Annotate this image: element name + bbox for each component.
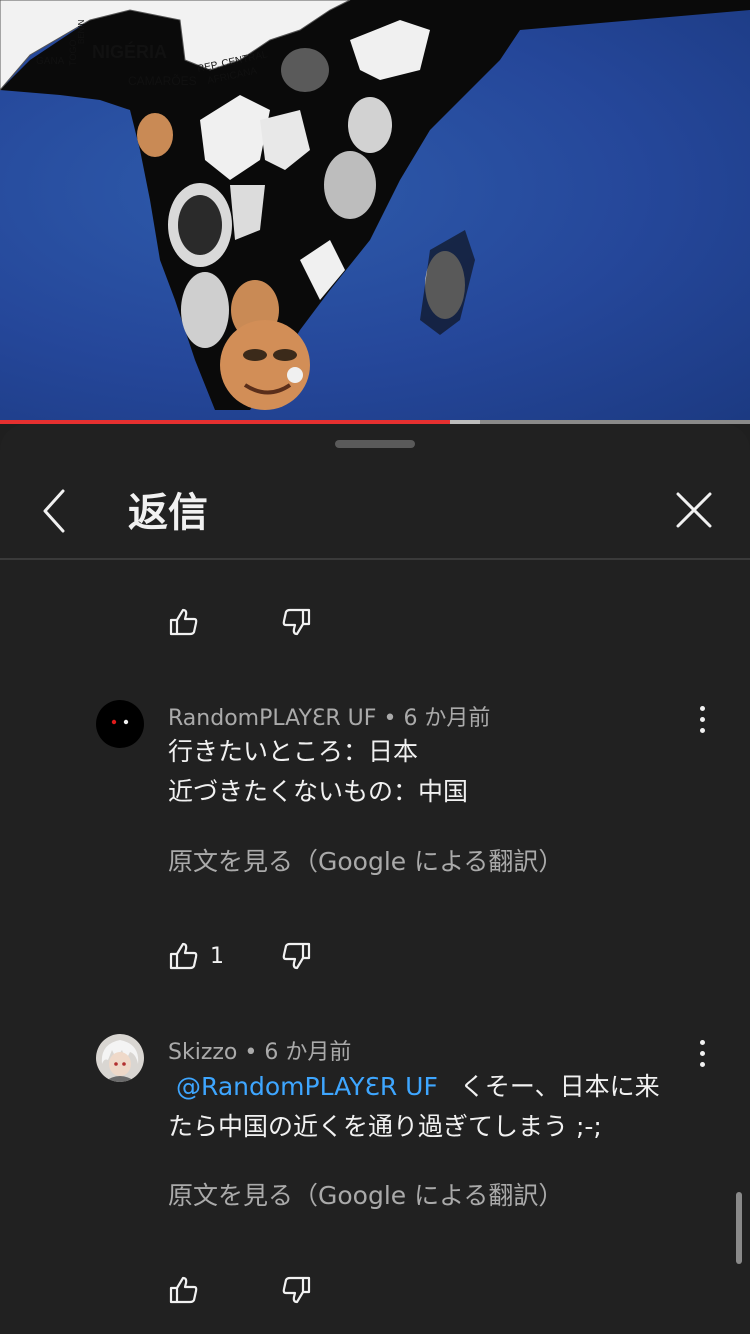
comment-time: 6 か月前 [264,1040,352,1065]
avatar[interactable] [96,700,144,748]
comment-time: 6 か月前 [403,706,491,731]
replies-panel: 返信 RandomPLAYƐR UF • 6 か月前 行きたいところ：日本 近づ… [0,424,750,1334]
scrollbar[interactable] [736,1192,742,1264]
comment-menu-button[interactable] [690,1038,714,1070]
like-button[interactable] [168,602,200,642]
comment-line: 近づきたくないもの：中国 [168,777,469,806]
avatar[interactable] [96,1034,144,1082]
panel-title: 返信 [128,490,208,536]
avatar-eyes-icon [111,719,129,725]
comment-line: @RandomPLAYƐR UF くそー、日本に来 [168,1067,688,1107]
video-player[interactable]: GANA TOGO BENIN NIGÉRIA CAMARÕES REP. CE… [0,0,750,420]
thumbs-up-icon [169,1276,198,1304]
comment-text: 行きたいところ：日本 近づきたくないもの：中国 [168,732,688,812]
thumbs-down-icon [282,942,311,970]
close-button[interactable] [666,482,722,538]
comment-author[interactable]: Skizzo [168,1040,237,1065]
chevron-left-icon [43,489,65,533]
thumbs-up-icon [169,608,198,636]
meta-separator: • [244,1040,265,1065]
like-button[interactable]: 1 [168,936,224,976]
header-divider [0,558,750,560]
comment-line: 行きたいところ：日本 [168,737,419,766]
thumbs-up-icon [169,942,198,970]
comment-author[interactable]: RandomPLAYƐR UF [168,706,376,731]
comment-line: たら中国の近くを通り過ぎてしまう ;-; [168,1112,602,1141]
comment-meta: Skizzo • 6 か月前 [168,1034,351,1066]
dislike-button[interactable] [280,602,312,642]
map-label-benin: BENIN [77,19,86,44]
map-label-nigeria: NIGÉRIA [92,41,167,62]
comment-meta: RandomPLAYƐR UF • 6 か月前 [168,700,490,732]
mention-link[interactable]: @RandomPLAYƐR UF [176,1072,438,1101]
comment-text: @RandomPLAYƐR UF くそー、日本に来 たら中国の近くを通り過ぎてし… [168,1067,688,1147]
thumbs-down-icon [282,1276,311,1304]
like-count: 1 [210,943,224,969]
dislike-button[interactable] [280,1270,312,1310]
see-original-link[interactable]: 原文を見る（Google による翻訳） [168,842,563,878]
close-icon [676,492,712,528]
comment-menu-button[interactable] [690,704,714,736]
avatar-character-icon [101,1040,139,1082]
drag-handle[interactable] [335,440,415,448]
meta-separator: • [383,706,404,731]
like-button[interactable] [168,1270,200,1310]
comment-text-fragment: くそー、日本に来 [459,1072,660,1101]
thumbs-down-icon [282,608,311,636]
africa-map-meme-image: GANA TOGO BENIN NIGÉRIA CAMARÕES REP. CE… [0,0,750,410]
dislike-button[interactable] [280,936,312,976]
back-button[interactable] [28,482,84,538]
map-label-gana: GANA [36,56,65,67]
map-label-camaroes: CAMARÕES [128,73,197,88]
see-original-link[interactable]: 原文を見る（Google による翻訳） [168,1176,563,1212]
